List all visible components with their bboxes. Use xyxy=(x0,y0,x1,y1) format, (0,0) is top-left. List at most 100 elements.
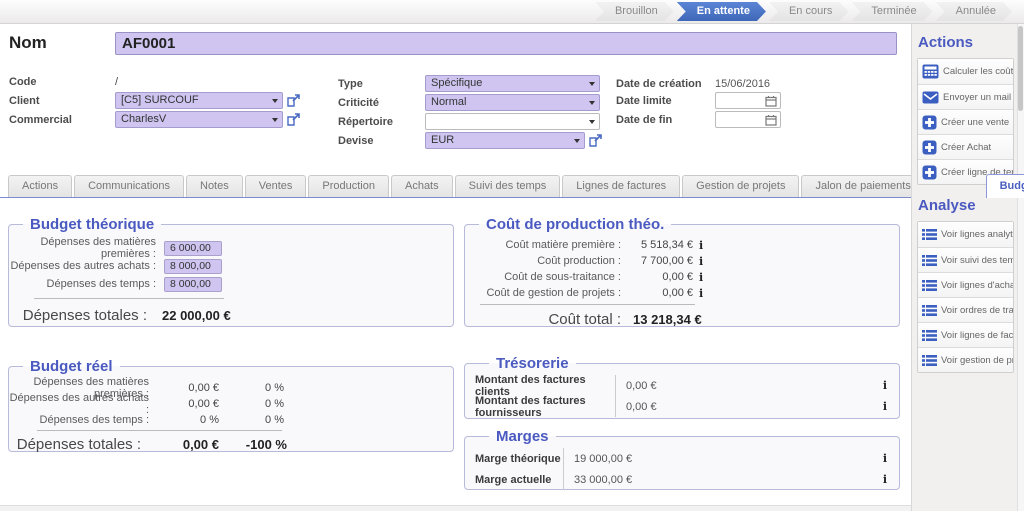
chevron-down-icon xyxy=(589,101,595,105)
reel-matieres-value: 0,00 € xyxy=(149,382,219,394)
voir-ordres-de-travails-button[interactable]: Voir ordres de travails xyxy=(918,297,1013,322)
reel-achats-percent: 0 % xyxy=(219,398,284,410)
marge-theorique-value: 19 000,00 € xyxy=(564,453,877,465)
name-input[interactable]: AF0001 xyxy=(115,32,897,55)
info-icon[interactable]: i xyxy=(883,400,887,413)
field-label: Dépenses des matières premières : xyxy=(9,236,156,260)
info-icon[interactable]: i xyxy=(883,379,887,392)
criticite-select[interactable]: Normal xyxy=(425,94,600,111)
date-creation-label: Date de création xyxy=(616,78,715,90)
factures-clients-value: 0,00 € xyxy=(616,380,877,392)
form-area: Nom AF0001 Code / Client [C5] SURCOUF Co… xyxy=(0,24,911,511)
notebook-tabs: Actions Communications Notes Ventes Prod… xyxy=(0,174,911,198)
tab-budgets[interactable]: Budgets xyxy=(986,174,1024,198)
cout-production-title: Coût de production théo. xyxy=(479,216,671,233)
field-label: Coût de gestion de projets : xyxy=(465,287,621,299)
info-icon[interactable]: i xyxy=(699,287,703,300)
client-select[interactable]: [C5] SURCOUF xyxy=(115,92,283,109)
repertoire-select[interactable] xyxy=(425,113,600,130)
list-icon xyxy=(922,354,937,367)
open-record-icon[interactable] xyxy=(589,134,602,147)
creer-achat-button[interactable]: Créer Achat xyxy=(918,134,1013,159)
chevron-down-icon xyxy=(589,82,595,86)
envoyer-un-mail-button[interactable]: Envoyer un mail xyxy=(918,84,1013,109)
tab-notes[interactable]: Notes xyxy=(186,175,243,197)
depenses-temps-input[interactable]: 8 000,00 xyxy=(164,277,222,292)
tab-gestion-de-projets[interactable]: Gestion de projets xyxy=(682,175,799,197)
depenses-matieres-input[interactable]: 6 000,00 xyxy=(164,241,222,256)
creer-une-vente-button[interactable]: Créer une vente xyxy=(918,109,1013,134)
app-window: Brouillon En attente En cours Terminée A… xyxy=(0,0,1024,511)
total-label: Dépenses totales : xyxy=(9,307,147,324)
field-label: Dépenses des autres achats : xyxy=(9,392,149,416)
list-icon xyxy=(922,228,937,241)
date-limite-label: Date limite xyxy=(616,95,715,107)
marge-actuelle-label: Marge actuelle xyxy=(475,474,563,486)
marge-theorique-label: Marge théorique xyxy=(475,453,563,465)
tab-suivi-des-temps[interactable]: Suivi des temps xyxy=(455,175,561,197)
date-limite-input[interactable] xyxy=(715,92,781,109)
field-label: Dépenses des autres achats : xyxy=(9,260,156,272)
tab-ventes[interactable]: Ventes xyxy=(245,175,307,197)
field-label: Coût production : xyxy=(465,255,621,267)
status-en-cours[interactable]: En cours xyxy=(769,2,848,21)
open-record-icon[interactable] xyxy=(287,94,300,107)
scrollbar-thumb[interactable] xyxy=(1018,26,1023,111)
calendar-icon xyxy=(765,114,777,126)
info-icon[interactable]: i xyxy=(699,239,703,252)
factures-fournisseurs-label: Montant des factures fournisseurs xyxy=(475,395,615,419)
date-creation-value: 15/06/2016 xyxy=(715,78,770,90)
voir-gestion-de-projets-button[interactable]: Voir gestion de projets xyxy=(918,347,1013,372)
actions-section-title: Actions xyxy=(918,34,1014,51)
marge-actuelle-value: 33 000,00 € xyxy=(564,474,877,486)
status-en-attente[interactable]: En attente xyxy=(677,2,766,21)
depenses-achats-input[interactable]: 8 000,00 xyxy=(164,259,222,274)
tab-production[interactable]: Production xyxy=(308,175,389,197)
budget-reel-panel: Budget réel Dépenses des matières premiè… xyxy=(8,358,454,452)
info-icon[interactable]: i xyxy=(699,255,703,268)
budget-reel-total: 0,00 € xyxy=(141,437,219,452)
mail-icon xyxy=(922,91,939,104)
plus-icon xyxy=(922,115,937,130)
vertical-scrollbar[interactable] xyxy=(1017,24,1024,511)
budget-theorique-panel: Budget théorique Dépenses des matières p… xyxy=(8,216,454,327)
cout-production-panel: Coût de production théo. Coût matière pr… xyxy=(464,216,900,327)
name-field-label: Nom xyxy=(9,33,47,53)
info-icon[interactable]: i xyxy=(883,473,887,486)
type-label: Type xyxy=(338,78,425,90)
status-brouillon[interactable]: Brouillon xyxy=(595,2,674,21)
list-icon xyxy=(922,304,937,317)
field-label: Dépenses des temps : xyxy=(9,278,156,290)
plus-icon xyxy=(922,140,937,155)
tab-communications[interactable]: Communications xyxy=(74,175,184,197)
devise-select[interactable]: EUR xyxy=(425,132,585,149)
open-record-icon[interactable] xyxy=(287,113,300,126)
status-annulee[interactable]: Annulée xyxy=(936,2,1012,21)
budget-reel-title: Budget réel xyxy=(23,358,120,375)
total-label: Coût total : xyxy=(465,311,621,328)
tab-lignes-de-factures[interactable]: Lignes de factures xyxy=(562,175,680,197)
voir-lignes-dachats-button[interactable]: Voir lignes d'achats xyxy=(918,272,1013,297)
tab-actions[interactable]: Actions xyxy=(8,175,72,197)
marges-panel: Marges Marge théorique19 000,00 €i Marge… xyxy=(464,428,900,490)
status-terminee[interactable]: Terminée xyxy=(851,2,932,21)
voir-lignes-analytiques-button[interactable]: Voir lignes analytiques xyxy=(918,222,1013,247)
commercial-select[interactable]: CharlesV xyxy=(115,111,283,128)
list-icon xyxy=(922,279,937,292)
date-fin-input[interactable] xyxy=(715,111,781,128)
info-icon[interactable]: i xyxy=(883,452,887,465)
info-icon[interactable]: i xyxy=(699,271,703,284)
actions-button-group: Calculer les coûts Envoyer un mail Créer… xyxy=(917,58,1014,185)
type-select[interactable]: Spécifique xyxy=(425,75,600,92)
footer-strip xyxy=(0,505,911,511)
calculer-les-couts-button[interactable]: Calculer les coûts xyxy=(918,59,1013,84)
tab-achats[interactable]: Achats xyxy=(391,175,453,197)
chevron-down-icon xyxy=(589,120,595,124)
reel-achats-value: 0,00 € xyxy=(149,398,219,410)
cout-gestion-projets-value: 0,00 € xyxy=(621,287,693,299)
tresorerie-panel: Trésorerie Montant des factures clients0… xyxy=(464,355,900,419)
tab-jalon-de-paiements[interactable]: Jalon de paiements xyxy=(801,175,924,197)
voir-lignes-de-factures-button[interactable]: Voir lignes de factures xyxy=(918,322,1013,347)
reel-matieres-percent: 0 % xyxy=(219,382,284,394)
voir-suivi-des-temps-button[interactable]: Voir suivi des temps xyxy=(918,247,1013,272)
